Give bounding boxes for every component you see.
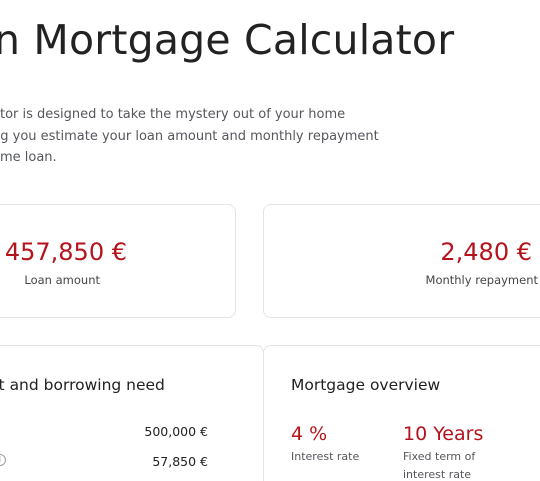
page-title: n Mortgage Calculator [0,16,455,64]
intro-text: ator is designed to take the mystery out… [0,104,412,169]
purchase-price-value: 500,000 € [144,424,208,439]
fixed-term-label-line: interest rate [403,468,472,481]
fixed-term-value: 10 Years [403,423,484,445]
fixed-term-label: Fixed term of interest rate [403,448,475,481]
info-icon[interactable]: i [0,454,6,466]
mortgage-overview-card: Mortgage overview 4 % Interest rate 10 Y… [263,345,540,481]
loan-amount-value: 457,850 € [4,238,127,266]
intro-line: ome loan. [0,150,57,165]
loan-amount-label: Loan amount [24,273,100,287]
interest-rate-value: 4 % [291,423,328,445]
mortgage-overview-heading: Mortgage overview [291,376,441,394]
monthly-repayment-value: 2,480 € [440,238,532,266]
intro-line: ator is designed to take the mystery out… [0,107,346,122]
mortgage-calculator-page: n Mortgage Calculator ator is designed t… [0,0,540,481]
cost-borrowing-heading: ost and borrowing need [0,376,165,394]
additional-costs-value: 57,850 € [152,454,208,469]
interest-rate-label: Interest rate [291,450,360,463]
cost-borrowing-card: ost and borrowing need 500,000 € i 57,85… [0,345,264,481]
monthly-repayment-card: 2,480 € Monthly repayment [263,204,540,318]
intro-line: ng you estimate your loan amount and mon… [0,128,379,144]
loan-amount-card: 457,850 € Loan amount [0,204,236,318]
monthly-repayment-label: Monthly repayment [425,273,538,287]
fixed-term-label-line: Fixed term of [403,450,476,463]
